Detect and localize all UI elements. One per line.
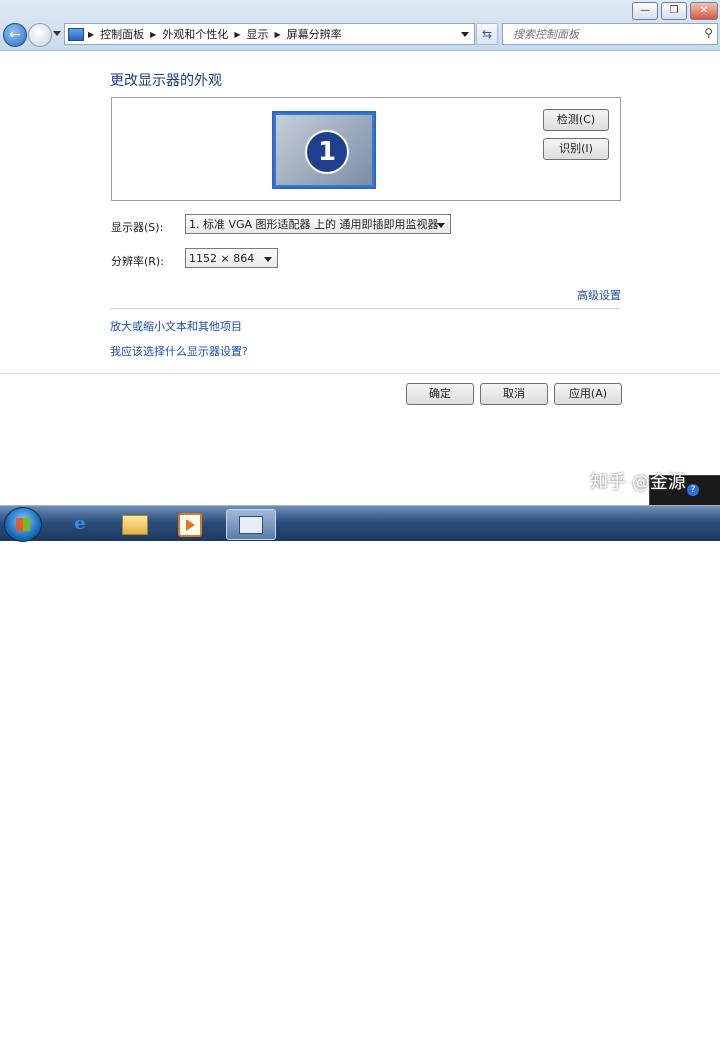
detect-button[interactable]: 检测(C)	[543, 109, 609, 131]
address-bar[interactable]: ▶ 控制面板 ▶ 外观和个性化 ▶ 显示 ▶ 屏幕分辨率	[64, 23, 475, 45]
breadcrumb-separator-icon[interactable]: ▶	[150, 30, 156, 39]
title-nav-bar: — ❐ ✕ ← ▶ 控制面板 ▶ 外观和个性化 ▶ 显示 ▶ 屏幕分辨率 ⇆ ⚲	[0, 0, 720, 51]
cancel-button[interactable]: 取消	[480, 383, 548, 405]
search-icon[interactable]: ⚲	[704, 26, 713, 40]
ie-icon[interactable]: e	[62, 509, 98, 538]
breadcrumb-separator-icon[interactable]: ▶	[88, 30, 94, 39]
network-icon[interactable]: ▦	[590, 1015, 604, 1033]
watermark: 知乎 @金源	[590, 472, 686, 493]
help-icon[interactable]: ?	[687, 484, 699, 496]
chevron-down-icon	[437, 223, 445, 228]
minimize-button[interactable]: —	[632, 2, 658, 20]
taskbar-date[interactable]: 2018/4/29	[648, 1029, 704, 1042]
display-preview-panel: 1 检测(C) 识别(I)	[111, 97, 621, 201]
breadcrumb-screen-resolution[interactable]: 屏幕分辨率	[287, 26, 342, 42]
monitor-thumbnail[interactable]: 1	[272, 111, 376, 189]
screen-resolution-window: — ❐ ✕ ← ▶ 控制面板 ▶ 外观和个性化 ▶ 显示 ▶ 屏幕分辨率 ⇆ ⚲…	[0, 0, 720, 507]
advanced-settings-link[interactable]: 高级设置	[577, 287, 621, 303]
breadcrumb-display[interactable]: 显示	[246, 26, 268, 42]
display-select-value: 1. 标准 VGA 图形适配器 上的 通用即插即用监视器	[189, 218, 439, 231]
control-panel-icon	[68, 27, 84, 41]
resolution-select[interactable]: 1152 × 864	[185, 248, 278, 268]
recent-pages-dropdown[interactable]	[53, 31, 61, 36]
back-icon: ←	[9, 27, 21, 43]
search-input[interactable]	[511, 24, 695, 44]
breadcrumb-control-panel[interactable]: 控制面板	[100, 26, 144, 42]
chevron-down-icon	[264, 257, 272, 262]
apply-button[interactable]: 应用(A)	[554, 383, 622, 405]
breadcrumb-separator-icon[interactable]: ▶	[274, 30, 280, 39]
page-title: 更改显示器的外观	[110, 73, 222, 89]
address-dropdown-icon[interactable]	[461, 32, 469, 37]
identify-button[interactable]: 识别(I)	[543, 138, 609, 160]
system-tray: ▦ 🔈︎	[590, 1015, 618, 1033]
back-button[interactable]: ←	[3, 23, 27, 47]
media-player-icon[interactable]	[172, 509, 208, 538]
refresh-icon: ⇆	[481, 27, 493, 41]
start-orb-icon[interactable]	[4, 507, 42, 542]
volume-icon[interactable]: 🔈︎	[609, 1015, 618, 1033]
display-select[interactable]: 1. 标准 VGA 图形适配器 上的 通用即插即用监视器	[185, 214, 451, 234]
text-size-link[interactable]: 放大或缩小文本和其他项目	[110, 318, 242, 334]
folder-icon[interactable]	[117, 509, 153, 538]
monitor-number: 1	[305, 130, 349, 174]
taskbar: e ▦ 🔈︎ 2018/4/29	[0, 505, 720, 1042]
breadcrumb-separator-icon[interactable]: ▶	[234, 30, 240, 39]
display-label: 显示器(S):	[111, 221, 164, 234]
monitor-screen-image: 1	[276, 115, 372, 185]
breadcrumb-appearance[interactable]: 外观和个性化	[162, 26, 228, 42]
search-box[interactable]: ⚲	[502, 23, 718, 45]
control-panel-taskbar-icon[interactable]	[226, 509, 276, 540]
forward-button[interactable]	[28, 23, 52, 47]
maximize-button[interactable]: ❐	[661, 2, 687, 20]
divider	[0, 373, 720, 374]
resolution-select-value: 1152 × 864	[189, 252, 255, 265]
ok-button[interactable]: 确定	[406, 383, 474, 405]
refresh-button[interactable]: ⇆	[476, 23, 498, 45]
close-button[interactable]: ✕	[690, 2, 718, 20]
divider	[110, 308, 620, 309]
display-settings-help-link[interactable]: 我应该选择什么显示器设置?	[110, 343, 248, 359]
resolution-label: 分辨率(R):	[111, 255, 164, 268]
